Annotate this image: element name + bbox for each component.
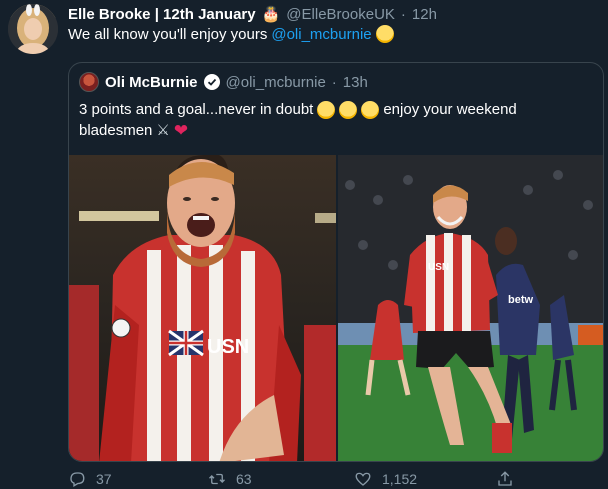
separator-dot: ·	[400, 5, 406, 23]
quoted-author-avatar[interactable]	[79, 72, 99, 92]
author-avatar[interactable]	[8, 4, 58, 54]
reply-action[interactable]: 37	[68, 470, 112, 488]
svg-text:USN: USN	[428, 262, 449, 273]
photo-goal-celebration[interactable]: betw USN	[338, 155, 603, 461]
share-icon	[498, 471, 512, 486]
quoted-author-name[interactable]: Oli McBurnie	[105, 74, 198, 91]
heart-icon	[355, 472, 371, 486]
author-handle[interactable]: @ElleBrookeUK	[286, 6, 395, 23]
tweet-timestamp[interactable]: 12h	[412, 6, 437, 23]
quoted-tweet[interactable]: Oli McBurnie @oli_mcburnie · 13h 3 point…	[68, 62, 604, 462]
media-grid: USN betw USN	[69, 155, 603, 461]
crossed-swords-icon: ⚔	[156, 122, 170, 139]
rofl-emoji-icon-2	[361, 100, 380, 119]
reply-count: 37	[96, 471, 112, 487]
rofl-emoji-icon	[339, 100, 358, 119]
quoted-text-line1-suffix: enjoy your weekend	[383, 101, 517, 118]
tweet-text: We all know you'll enjoy yours @oli_mcbu…	[68, 25, 394, 43]
svg-text:USN: USN	[207, 336, 249, 358]
photo-celebration-closeup[interactable]: USN	[69, 155, 336, 461]
share-action[interactable]	[496, 470, 514, 488]
mention-link[interactable]: @oli_mcburnie	[271, 26, 371, 43]
retweet-icon	[209, 473, 225, 485]
quoted-timestamp[interactable]: 13h	[343, 74, 368, 91]
quoted-separator-dot: ·	[331, 73, 337, 91]
reply-icon	[70, 472, 85, 487]
verified-badge-icon	[203, 74, 220, 90]
smirk-emoji-icon	[375, 25, 394, 43]
tweet-header: Elle Brooke | 12th January 🎂 @ElleBrooke…	[68, 4, 437, 24]
red-heart-icon: ❤	[173, 121, 189, 140]
quoted-author-handle[interactable]: @oli_mcburnie	[226, 74, 326, 91]
quoted-text-line1: 3 points and a goal...never in doubt	[79, 101, 314, 118]
retweet-action[interactable]: 63	[208, 470, 252, 488]
tweet-actions: 37 63 1,152	[68, 468, 608, 489]
birthday-cake-icon: 🎂	[261, 6, 281, 23]
author-name[interactable]: Elle Brooke | 12th January	[68, 6, 256, 23]
like-count: 1,152	[382, 471, 418, 487]
quoted-tweet-header: Oli McBurnie @oli_mcburnie · 13h	[79, 72, 368, 92]
quoted-text-line2: bladesmen	[79, 122, 153, 139]
tweet-text-body: We all know you'll enjoy yours	[68, 25, 268, 43]
svg-text:betw: betw	[508, 294, 534, 306]
retweet-count: 63	[236, 471, 252, 487]
anxious-face-emoji-icon	[317, 100, 336, 119]
tweet[interactable]: Elle Brooke | 12th January 🎂 @ElleBrooke…	[0, 0, 608, 489]
quoted-tweet-text: 3 points and a goal...never in doubt enj…	[79, 99, 579, 141]
like-action[interactable]: 1,152	[354, 470, 417, 488]
